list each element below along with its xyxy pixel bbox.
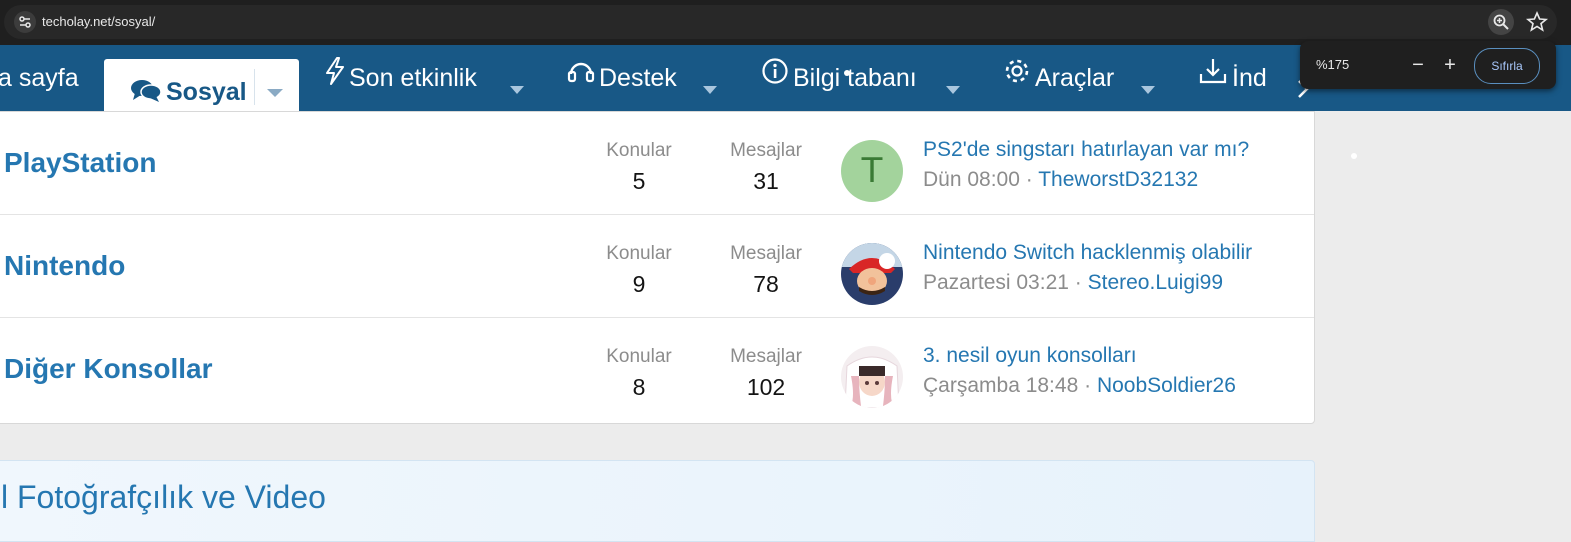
nav-tab-knowledge-base[interactable]: Bilgi tabanı (761, 58, 917, 111)
headset-icon (567, 44, 595, 110)
forum-row-playstation: PlayStation Konular 5 Mesajlar 31 T PS2'… (0, 112, 1314, 215)
nav-tab-support[interactable]: Destek (567, 59, 677, 111)
nav-tab-label: Bilgi tabanı (793, 64, 917, 92)
download-icon (1198, 44, 1228, 110)
separator: · (1068, 271, 1088, 294)
snow-dot (844, 70, 850, 76)
nav-tab-tools[interactable]: Araçlar (1003, 59, 1114, 111)
latest-post-user[interactable]: NoobSoldier26 (1097, 374, 1236, 397)
nav-tab-downloads[interactable]: İnd (1198, 59, 1267, 111)
separator: · (1078, 374, 1097, 397)
address-bar[interactable]: techolay.net/sosyal/ (4, 5, 1557, 39)
category-header: l Fotoğrafçılık ve Video (0, 460, 1315, 542)
messages-label: Mesajlar (730, 346, 802, 367)
latest-post: PS2'de singstarı hatırlayan var mı? Dün … (923, 138, 1249, 192)
latest-post-time[interactable]: Çarşamba 18:48 (923, 374, 1078, 397)
latest-post: 3. nesil oyun konsolları Çarşamba 18:48 … (923, 344, 1236, 398)
chevron-down-icon[interactable] (703, 86, 717, 94)
nav-tab-label: a sayfa (0, 64, 79, 92)
snow-dot (1351, 153, 1357, 159)
avatar[interactable]: T (841, 140, 903, 202)
latest-post-time[interactable]: Pazartesi 03:21 (923, 271, 1069, 294)
chevron-down-icon[interactable] (1141, 86, 1155, 94)
nav-tab-latest-activity[interactable]: Son etkinlik (325, 57, 477, 111)
site-settings-icon[interactable] (14, 11, 36, 33)
latest-post-title[interactable]: 3. nesil oyun konsolları (923, 344, 1236, 368)
topics-label: Konular (606, 140, 672, 161)
messages-label: Mesajlar (730, 140, 802, 161)
topics-count: 9 (632, 271, 646, 297)
zoom-reset-button[interactable]: Sıfırla (1474, 48, 1540, 84)
topics-label: Konular (606, 243, 672, 264)
gear-icon (1003, 44, 1031, 110)
latest-post-title[interactable]: Nintendo Switch hacklenmiş olabilir (923, 241, 1252, 265)
latest-post-time[interactable]: Dün 08:00 (923, 168, 1020, 191)
messages-count: 102 (746, 374, 786, 400)
forum-row-other-consoles: Diğer Konsollar Konular 8 Mesajlar 102 3… (0, 318, 1314, 420)
topics-count: 5 (632, 168, 646, 194)
topics-stat: Konular 9 (589, 215, 689, 298)
nav-tab-label: İnd (1232, 64, 1267, 92)
messages-label: Mesajlar (730, 243, 802, 264)
zoom-in-button[interactable]: + (1438, 53, 1462, 77)
zoom-level: %175 (1316, 57, 1350, 72)
latest-post-title[interactable]: PS2'de singstarı hatırlayan var mı? (923, 138, 1249, 162)
topics-stat: Konular 5 (589, 112, 689, 195)
latest-post-user[interactable]: Stereo.Luigi99 (1088, 271, 1223, 294)
topics-label: Konular (606, 346, 672, 367)
nav-tab-home[interactable]: a sayfa (0, 59, 79, 111)
zoom-out-button[interactable]: − (1406, 53, 1430, 77)
forum-title[interactable]: PlayStation (4, 112, 156, 214)
nav-tab-label: Son etkinlik (349, 64, 477, 92)
latest-post-meta: Dün 08:00 · TheworstD32132 (923, 168, 1249, 192)
topics-count: 8 (632, 374, 646, 400)
chevron-down-icon[interactable] (946, 86, 960, 94)
separator: · (1019, 168, 1039, 191)
bolt-icon (325, 44, 345, 110)
forum-row-nintendo: Nintendo Konular 9 Mesajlar 78 Nintendo … (0, 215, 1314, 318)
bookmark-star-icon[interactable] (1524, 9, 1550, 35)
forum-list: PlayStation Konular 5 Mesajlar 31 T PS2'… (0, 111, 1315, 424)
divider (254, 69, 255, 105)
avatar[interactable] (841, 243, 903, 305)
chevron-down-icon[interactable] (510, 86, 524, 94)
messages-stat: Mesajlar 31 (716, 112, 816, 195)
nav-tab-label: Araçlar (1035, 64, 1115, 92)
nav-tab-label: Destek (599, 64, 677, 92)
latest-post-meta: Pazartesi 03:21 · Stereo.Luigi99 (923, 271, 1252, 295)
avatar-letter: T (861, 151, 883, 191)
zoom-icon[interactable] (1488, 9, 1514, 35)
messages-count: 78 (753, 271, 779, 297)
url-text[interactable]: techolay.net/sosyal/ (42, 5, 155, 39)
forum-title[interactable]: Diğer Konsollar (4, 318, 212, 420)
messages-stat: Mesajlar 78 (716, 215, 816, 298)
forum-title[interactable]: Nintendo (4, 215, 125, 317)
nav-tab-social[interactable]: Sosyal (104, 59, 299, 111)
browser-toolbar: techolay.net/sosyal/ (0, 0, 1571, 45)
info-icon (761, 44, 789, 110)
messages-stat: Mesajlar 102 (716, 318, 816, 401)
zoom-popup: %175 − + Sıfırla (1300, 41, 1556, 89)
category-title[interactable]: l Fotoğrafçılık ve Video (1, 461, 326, 533)
latest-post-user[interactable]: TheworstD32132 (1038, 168, 1198, 191)
avatar[interactable] (841, 346, 903, 408)
chevron-down-icon[interactable] (267, 89, 283, 97)
topics-stat: Konular 8 (589, 318, 689, 401)
comments-icon (130, 77, 162, 109)
latest-post: Nintendo Switch hacklenmiş olabilir Paza… (923, 241, 1252, 295)
latest-post-meta: Çarşamba 18:48 · NoobSoldier26 (923, 374, 1236, 398)
messages-count: 31 (753, 168, 779, 194)
